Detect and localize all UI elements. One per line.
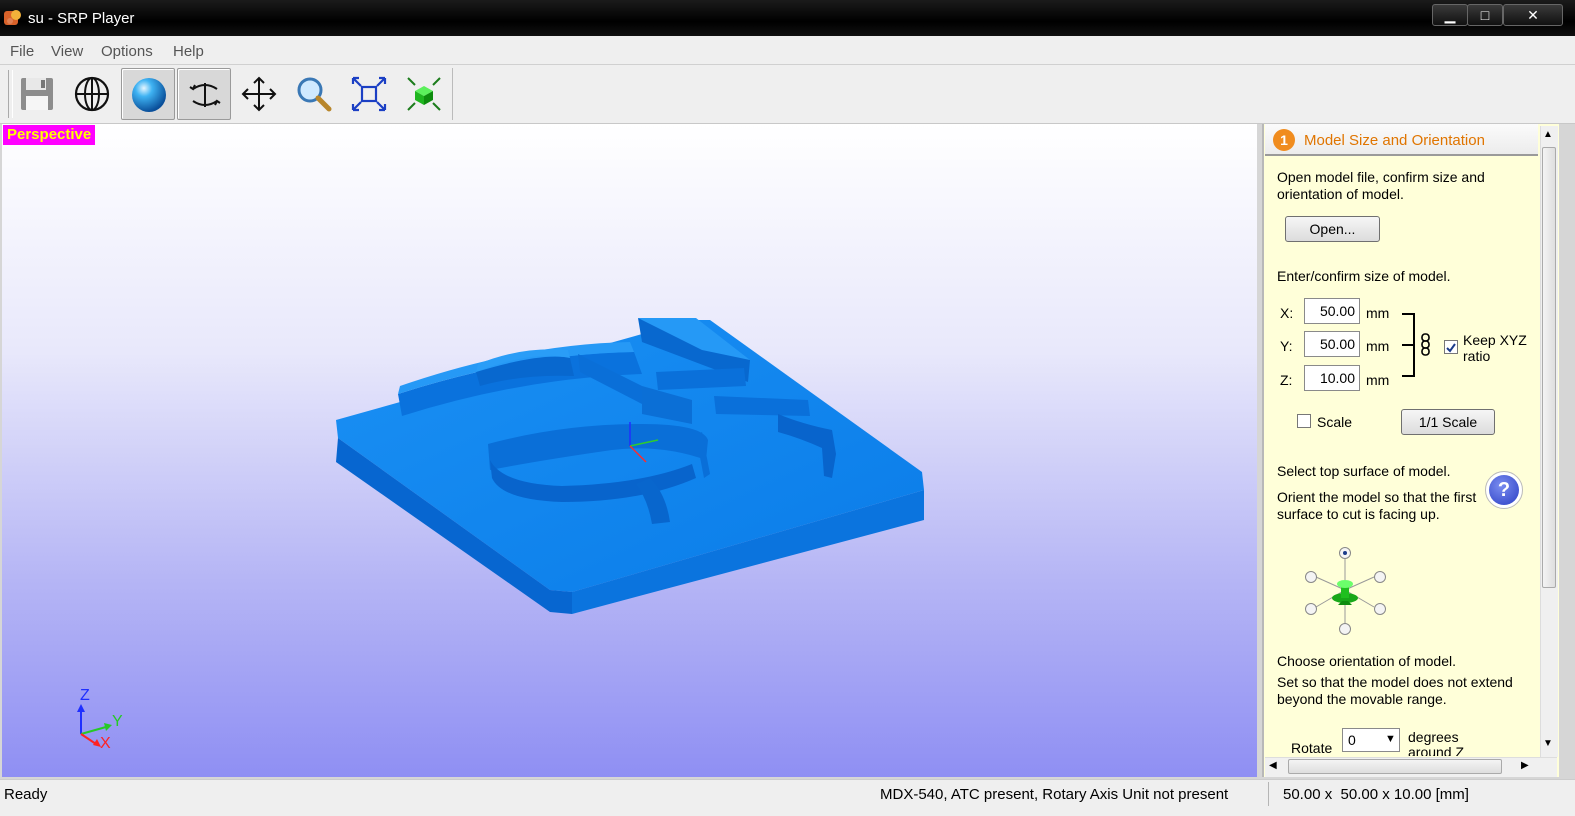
minimize-button[interactable]: ▁	[1432, 4, 1468, 26]
view-mode-label: Perspective	[3, 125, 96, 145]
x-unit: mm	[1366, 305, 1390, 321]
y-axis-label: Y	[112, 713, 123, 730]
surface-radio-bottom[interactable]	[1339, 623, 1351, 635]
toolbar-separator	[452, 68, 453, 120]
close-icon: ✕	[1527, 7, 1539, 23]
model-render	[77, 318, 924, 747]
rotate-button[interactable]	[177, 68, 231, 120]
save-icon	[21, 78, 53, 110]
top-surface-hint: Orient the model so that the first surfa…	[1277, 489, 1477, 522]
rotate-angle-value: 0	[1348, 732, 1356, 748]
shaded-sphere-icon	[132, 78, 166, 112]
scroll-left-icon[interactable]: ◀	[1269, 760, 1277, 771]
surface-radio-top[interactable]	[1339, 547, 1351, 559]
open-hint: Open model file, confirm size and orient…	[1277, 169, 1485, 202]
one-to-one-scale-button[interactable]: 1/1 Scale	[1401, 409, 1495, 435]
top-surface-title: Select top surface of model.	[1277, 463, 1451, 479]
fit-model-icon	[407, 77, 441, 111]
menu-options[interactable]: Options	[101, 43, 153, 60]
y-unit: mm	[1366, 338, 1390, 354]
menu-bar	[0, 36, 1575, 65]
rotate-icon	[189, 83, 221, 107]
pan-icon	[241, 76, 277, 112]
status-machine: MDX-540, ATC present, Rotary Axis Unit n…	[880, 786, 1229, 803]
window-title: su - SRP Player	[28, 10, 135, 27]
help-button[interactable]: ?	[1485, 471, 1523, 509]
fit-model-button[interactable]	[397, 68, 451, 120]
keep-ratio-label: Keep XYZ ratio	[1463, 332, 1527, 364]
app-icon	[4, 10, 21, 25]
surface-radio-lower-left[interactable]	[1305, 603, 1317, 615]
surface-radio-upper-right[interactable]	[1374, 571, 1386, 583]
zoom-button[interactable]	[287, 68, 341, 120]
step-number-icon: 1	[1273, 129, 1295, 151]
rotate-angle-select[interactable]: 0 ▼	[1342, 728, 1400, 752]
orientation-hint: Set so that the model does not extend be…	[1277, 674, 1513, 707]
surface-radio-lower-right[interactable]	[1374, 603, 1386, 615]
shaded-view-button[interactable]	[121, 68, 175, 120]
check-icon	[1446, 343, 1456, 353]
wireframe-view-button[interactable]	[65, 68, 119, 120]
step-number: 1	[1280, 132, 1288, 148]
scale-label: Scale	[1317, 414, 1353, 430]
minimize-icon: ▁	[1444, 7, 1456, 23]
status-dimensions: 50.00 x 50.00 x 10.00 [mm]	[1283, 786, 1469, 803]
horizontal-scroll-thumb[interactable]	[1288, 759, 1502, 774]
orientation-title: Choose orientation of model.	[1277, 653, 1456, 669]
z-axis-label: Z	[80, 687, 90, 704]
scroll-right-icon[interactable]: ▶	[1521, 760, 1529, 771]
help-icon: ?	[1489, 475, 1519, 505]
x-label: X:	[1280, 305, 1294, 321]
z-unit: mm	[1366, 372, 1390, 388]
status-separator	[1268, 782, 1269, 806]
wireframe-globe-icon	[74, 76, 110, 112]
degrees-label: degrees around Z axis	[1408, 729, 1465, 757]
vertical-scroll-thumb[interactable]	[1542, 147, 1556, 588]
maximize-icon: □	[1480, 7, 1490, 23]
panel-title: Model Size and Orientation	[1304, 132, 1485, 149]
scroll-up-icon[interactable]: ▲	[1543, 129, 1553, 140]
menu-file[interactable]: File	[10, 43, 34, 60]
menu-view[interactable]: View	[51, 43, 83, 60]
rotate-label: Rotate	[1291, 740, 1333, 756]
pan-button[interactable]	[232, 68, 286, 120]
3d-viewport[interactable]: Z Y X	[2, 124, 1257, 777]
open-button[interactable]: Open...	[1285, 216, 1380, 242]
chevron-down-icon: ▼	[1385, 733, 1396, 745]
status-state: Ready	[4, 786, 48, 803]
z-label: Z:	[1280, 372, 1293, 388]
y-size-field[interactable]: 50.00	[1304, 331, 1360, 357]
title-bar	[0, 0, 1575, 37]
z-size-field[interactable]: 10.00	[1304, 365, 1360, 391]
y-label: Y:	[1280, 338, 1293, 354]
surface-radio-upper-left[interactable]	[1305, 571, 1317, 583]
close-button[interactable]: ✕	[1503, 4, 1563, 26]
x-axis-label: X	[100, 735, 111, 752]
maximize-button[interactable]: □	[1467, 4, 1503, 26]
size-hint: Enter/confirm size of model.	[1277, 268, 1451, 284]
x-size-field[interactable]: 50.00	[1304, 298, 1360, 324]
zoom-icon	[297, 77, 332, 112]
menu-help[interactable]: Help	[173, 43, 204, 60]
save-button[interactable]	[10, 68, 64, 120]
keep-ratio-checkbox[interactable]	[1444, 340, 1458, 354]
scroll-down-icon[interactable]: ▼	[1543, 738, 1553, 749]
scale-checkbox[interactable]	[1297, 414, 1311, 428]
ratio-link-icon	[1402, 313, 1430, 377]
fit-view-icon	[351, 76, 387, 112]
rotate-row: Rotate 0 ▼ degrees around Z axis	[1265, 726, 1538, 756]
fit-view-button[interactable]	[342, 68, 396, 120]
